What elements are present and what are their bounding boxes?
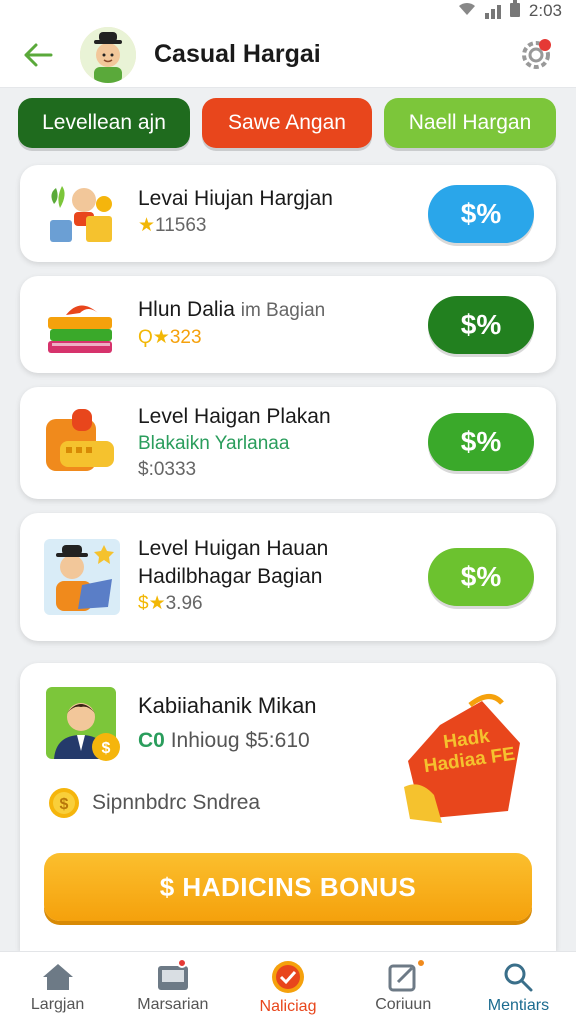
svg-text:$: $ <box>60 796 69 813</box>
wallet-icon <box>42 401 122 481</box>
item-name: Level Huigan Hauan <box>138 537 329 560</box>
nav-label: Naliciag <box>259 998 317 1015</box>
chip-next[interactable]: Naell Hargan <box>384 98 556 148</box>
app-bar: Casual Hargai <box>0 22 576 88</box>
back-button[interactable] <box>18 35 58 75</box>
coin-icon: $ <box>48 787 80 819</box>
notification-button[interactable] <box>514 33 558 77</box>
item-price: ★11563 <box>138 215 207 236</box>
avatar[interactable] <box>80 26 136 83</box>
item-price: $★3.96 <box>138 593 203 614</box>
item-price: Ϙ★323 <box>138 327 202 348</box>
promo-detail: C0 Inhioug $5:610 <box>138 729 310 752</box>
promo-note: Sipnnbdrc Sndrea <box>92 791 261 814</box>
farmer-avatar-icon <box>80 26 136 83</box>
item-name: Hlun Dalia im Bagian <box>138 298 326 321</box>
arrow-left-icon <box>24 43 53 66</box>
nav-item-inbox[interactable]: Marsarian <box>115 952 230 1024</box>
signal-icon <box>484 3 501 19</box>
search-icon <box>504 963 533 992</box>
nav-label: Marsarian <box>137 996 209 1013</box>
check-badge-icon <box>272 961 304 993</box>
gear-icon <box>522 38 551 69</box>
nav-item-edit[interactable]: Coriuun <box>346 952 461 1024</box>
chip-save[interactable]: Sawe Angan <box>202 98 372 148</box>
edit-icon <box>388 964 416 992</box>
list-item[interactable]: Hlun Dalia im Bagian Ϙ★323 $% <box>20 276 556 373</box>
filter-chips: Levellean ajn Sawe Angan Naell Hargan <box>18 98 558 148</box>
discount-button[interactable]: $% <box>428 548 534 606</box>
nav-label: Mentiars <box>487 997 550 1014</box>
promo-card: $ Kabiiahanik Mikan C0 Inhioug $5:610 $ … <box>20 663 556 951</box>
laptop-man-icon <box>42 537 122 617</box>
status-bar: 2:03 <box>0 0 576 22</box>
nav-item-home[interactable]: Largjan <box>0 952 115 1024</box>
nav-label: Coriuun <box>375 996 432 1013</box>
status-time: 2:03 <box>528 1 562 20</box>
nav-label: Largjan <box>30 996 85 1013</box>
item-price: $:0333 <box>138 459 197 480</box>
item-name: Levai Hiujan Hargjan <box>138 187 333 210</box>
nav-item-search[interactable]: Mentiars <box>461 952 576 1024</box>
bottom-nav: Largjan Marsarian Naliciag Coriuun Menti… <box>0 951 576 1024</box>
notification-badge <box>415 958 426 968</box>
home-icon <box>42 964 73 990</box>
discount-button[interactable]: $% <box>428 185 534 243</box>
svg-text:$: $ <box>102 740 111 757</box>
page-title: Casual Hargai <box>154 40 321 68</box>
list-item[interactable]: Level Haigan Plakan Blakaikn Yarlanaa $:… <box>20 387 556 499</box>
battery-icon <box>509 0 521 23</box>
item-subtitle: Blakaikn Yarlanaa <box>138 433 290 454</box>
discount-button[interactable]: $% <box>428 413 534 471</box>
item-name-line2: Hadilbhagar Bagian <box>138 565 323 588</box>
list-item[interactable]: Level Huigan Hauan Hadilbhagar Bagian $★… <box>20 513 556 641</box>
promo-name: Kabiiahanik Mikan <box>138 693 317 718</box>
list-item[interactable]: Levai Hiujan Hargjan ★11563 $% <box>20 165 556 262</box>
item-name: Level Haigan Plakan <box>138 405 331 428</box>
plant-vendor-icon <box>42 174 122 254</box>
businessman-icon: $ <box>44 685 124 765</box>
sale-tag[interactable]: Hadk Hadiaa FE <box>390 683 530 833</box>
nav-item-active[interactable]: Naliciag <box>230 952 345 1024</box>
discount-button[interactable]: $% <box>428 296 534 354</box>
books-icon <box>42 285 122 365</box>
chip-level[interactable]: Levellean ajn <box>18 98 190 148</box>
bonus-button[interactable]: $ HADICINS BONUS <box>44 853 532 921</box>
wifi-icon <box>457 1 477 22</box>
